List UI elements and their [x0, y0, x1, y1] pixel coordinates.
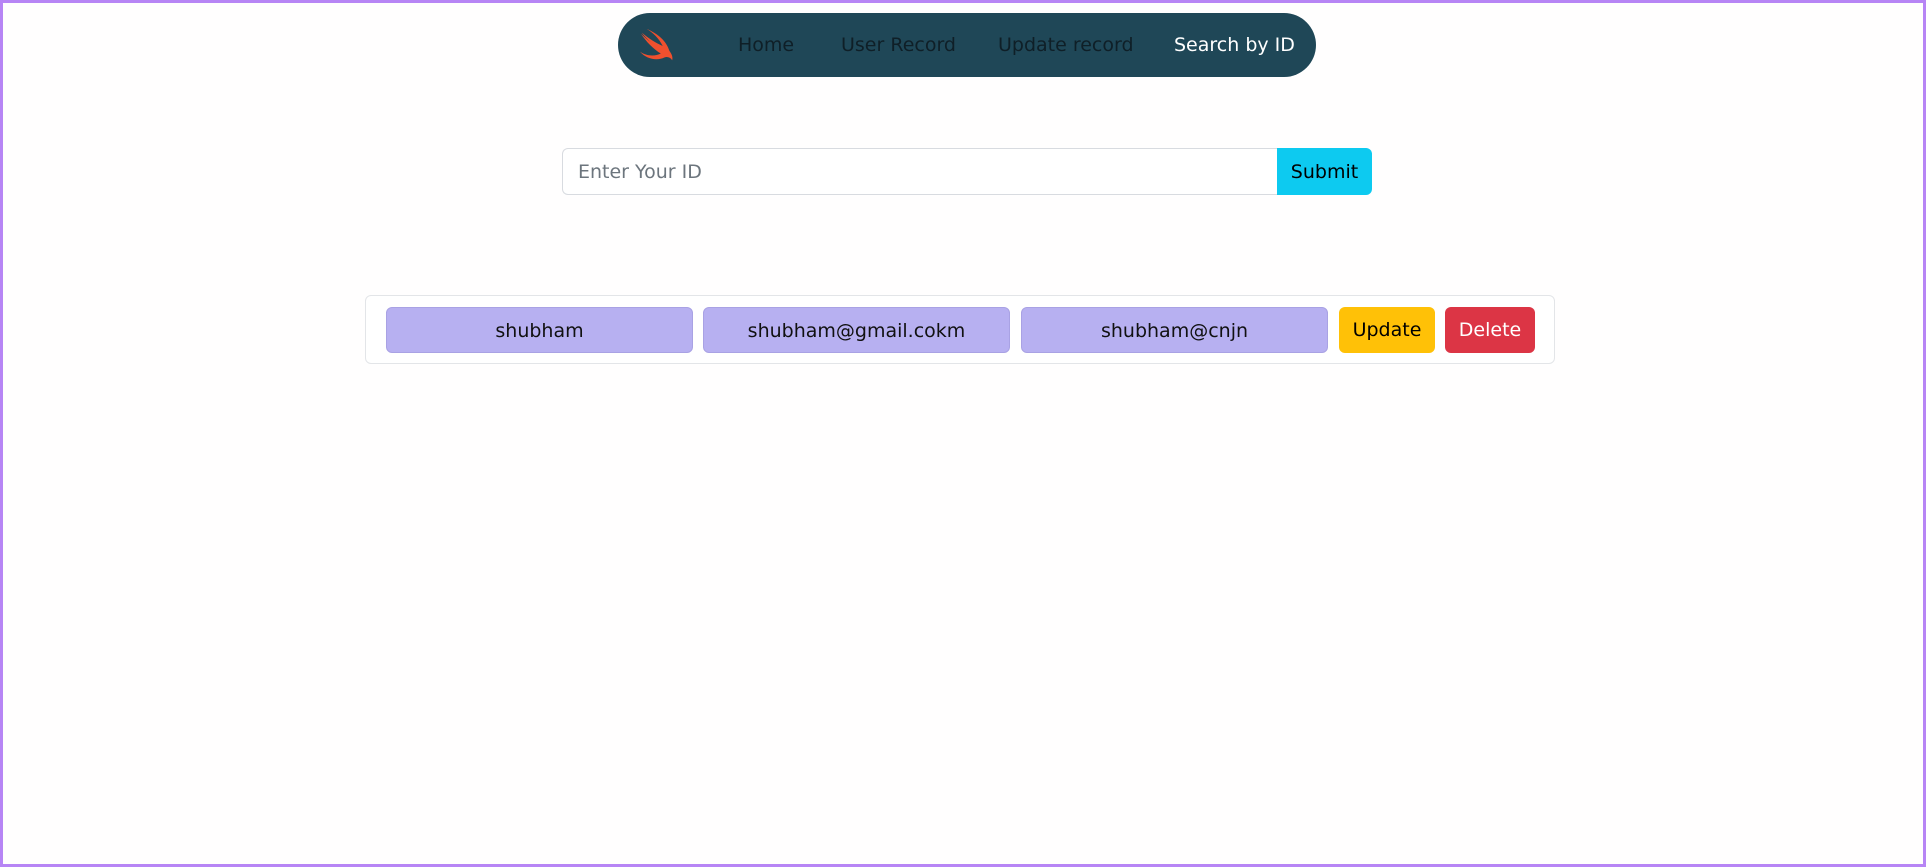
- nav-home-link[interactable]: Home: [738, 13, 794, 77]
- update-button[interactable]: Update: [1339, 307, 1435, 353]
- record-email-field: shubham@gmail.cokm: [703, 307, 1010, 353]
- submit-button[interactable]: Submit: [1277, 148, 1372, 195]
- nav-user-record-link[interactable]: User Record: [841, 13, 956, 77]
- navbar: Home User Record Update record Search by…: [618, 13, 1316, 77]
- id-search-input[interactable]: [562, 148, 1277, 195]
- delete-button[interactable]: Delete: [1445, 307, 1535, 353]
- nav-search-by-id-link[interactable]: Search by ID: [1174, 13, 1295, 77]
- record-name-field: shubham: [386, 307, 693, 353]
- record-row: shubham shubham@gmail.cokm shubham@cnjn …: [365, 295, 1555, 364]
- swift-logo-icon[interactable]: [638, 27, 676, 63]
- search-form: Submit: [562, 148, 1372, 195]
- nav-update-record-link[interactable]: Update record: [998, 13, 1134, 77]
- record-password-field: shubham@cnjn: [1021, 307, 1328, 353]
- app-frame: Home User Record Update record Search by…: [0, 0, 1926, 867]
